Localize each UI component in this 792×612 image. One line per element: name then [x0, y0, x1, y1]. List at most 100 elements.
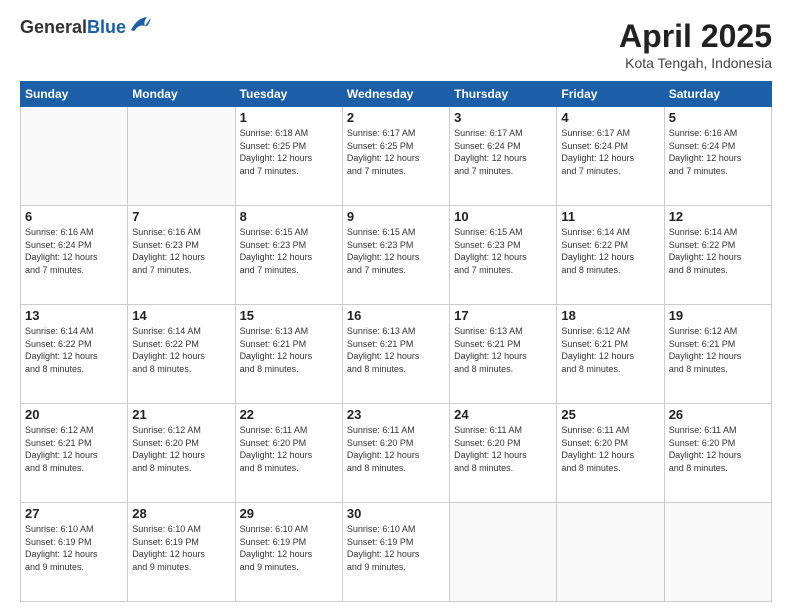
day-info: Sunrise: 6:16 AM Sunset: 6:24 PM Dayligh…	[669, 127, 767, 177]
day-number: 26	[669, 407, 767, 422]
header: GeneralBlue April 2025 Kota Tengah, Indo…	[20, 18, 772, 71]
table-row: 5 Sunrise: 6:16 AM Sunset: 6:24 PM Daylig…	[664, 107, 771, 206]
col-friday: Friday	[557, 82, 664, 107]
day-number: 29	[240, 506, 338, 521]
day-number: 19	[669, 308, 767, 323]
table-row: 1 Sunrise: 6:18 AM Sunset: 6:25 PM Daylig…	[235, 107, 342, 206]
logo-text: GeneralBlue	[20, 18, 126, 36]
day-info: Sunrise: 6:15 AM Sunset: 6:23 PM Dayligh…	[454, 226, 552, 276]
table-row: 4Sunrise: 6:17 AM Sunset: 6:24 PM Daylig…	[557, 107, 664, 206]
calendar-week-row: 27 Sunrise: 6:10 AM Sunset: 6:19 PM Dayli…	[21, 503, 772, 602]
day-info: Sunrise: 6:15 AM Sunset: 6:23 PM Dayligh…	[240, 226, 338, 276]
day-number: 21	[132, 407, 230, 422]
page: GeneralBlue April 2025 Kota Tengah, Indo…	[0, 0, 792, 612]
table-row: 30 Sunrise: 6:10 AM Sunset: 6:19 PM Dayli…	[342, 503, 449, 602]
day-info: Sunrise: 6:15 AM Sunset: 6:23 PM Dayligh…	[347, 226, 445, 276]
day-info: Sunrise: 6:12 AM Sunset: 6:21 PM Dayligh…	[561, 325, 659, 375]
table-row: 24 Sunrise: 6:11 AM Sunset: 6:20 PM Dayli…	[450, 404, 557, 503]
table-row	[21, 107, 128, 206]
col-sunday: Sunday	[21, 82, 128, 107]
table-row: 18Sunrise: 6:12 AM Sunset: 6:21 PM Dayli…	[557, 305, 664, 404]
day-info: Sunrise: 6:10 AM Sunset: 6:19 PM Dayligh…	[347, 523, 445, 573]
day-number: 15	[240, 308, 338, 323]
table-row: 26 Sunrise: 6:11 AM Sunset: 6:20 PM Dayli…	[664, 404, 771, 503]
day-number: 8	[240, 209, 338, 224]
day-info: Sunrise: 6:10 AM Sunset: 6:19 PM Dayligh…	[240, 523, 338, 573]
day-number: 2	[347, 110, 445, 125]
table-row	[664, 503, 771, 602]
col-tuesday: Tuesday	[235, 82, 342, 107]
day-info: Sunrise: 6:17 AM Sunset: 6:24 PM Dayligh…	[454, 127, 552, 177]
day-info: Sunrise: 6:14 AM Sunset: 6:22 PM Dayligh…	[669, 226, 767, 276]
day-info: Sunrise: 6:14 AM Sunset: 6:22 PM Dayligh…	[561, 226, 659, 276]
table-row: 19 Sunrise: 6:12 AM Sunset: 6:21 PM Dayli…	[664, 305, 771, 404]
day-number: 13	[25, 308, 123, 323]
table-row: 15 Sunrise: 6:13 AM Sunset: 6:21 PM Dayli…	[235, 305, 342, 404]
day-info: Sunrise: 6:11 AM Sunset: 6:20 PM Dayligh…	[240, 424, 338, 474]
month-title: April 2025	[619, 18, 772, 55]
day-number: 25	[561, 407, 659, 422]
logo-blue: Blue	[87, 17, 126, 37]
table-row: 27 Sunrise: 6:10 AM Sunset: 6:19 PM Dayli…	[21, 503, 128, 602]
day-info: Sunrise: 6:18 AM Sunset: 6:25 PM Dayligh…	[240, 127, 338, 177]
day-number: 10	[454, 209, 552, 224]
day-info: Sunrise: 6:12 AM Sunset: 6:20 PM Dayligh…	[132, 424, 230, 474]
table-row	[128, 107, 235, 206]
day-number: 16	[347, 308, 445, 323]
table-row: 25 Sunrise: 6:11 AM Sunset: 6:20 PM Dayli…	[557, 404, 664, 503]
day-info: Sunrise: 6:10 AM Sunset: 6:19 PM Dayligh…	[25, 523, 123, 573]
table-row: 21 Sunrise: 6:12 AM Sunset: 6:20 PM Dayli…	[128, 404, 235, 503]
day-info: Sunrise: 6:17 AM Sunset: 6:25 PM Dayligh…	[347, 127, 445, 177]
day-info: Sunrise: 6:14 AM Sunset: 6:22 PM Dayligh…	[132, 325, 230, 375]
table-row: 2 Sunrise: 6:17 AM Sunset: 6:25 PM Daylig…	[342, 107, 449, 206]
day-info: Sunrise: 6:16 AM Sunset: 6:23 PM Dayligh…	[132, 226, 230, 276]
col-saturday: Saturday	[664, 82, 771, 107]
table-row: 8 Sunrise: 6:15 AM Sunset: 6:23 PM Daylig…	[235, 206, 342, 305]
day-number: 30	[347, 506, 445, 521]
table-row: 10 Sunrise: 6:15 AM Sunset: 6:23 PM Dayli…	[450, 206, 557, 305]
calendar-week-row: 20Sunrise: 6:12 AM Sunset: 6:21 PM Dayli…	[21, 404, 772, 503]
day-number: 28	[132, 506, 230, 521]
day-number: 17	[454, 308, 552, 323]
calendar-header-row: Sunday Monday Tuesday Wednesday Thursday…	[21, 82, 772, 107]
logo: GeneralBlue	[20, 18, 151, 36]
day-number: 22	[240, 407, 338, 422]
calendar-table: Sunday Monday Tuesday Wednesday Thursday…	[20, 81, 772, 602]
table-row: 17Sunrise: 6:13 AM Sunset: 6:21 PM Dayli…	[450, 305, 557, 404]
logo-bird-icon	[129, 16, 151, 34]
calendar-week-row: 1 Sunrise: 6:18 AM Sunset: 6:25 PM Daylig…	[21, 107, 772, 206]
table-row: 11Sunrise: 6:14 AM Sunset: 6:22 PM Dayli…	[557, 206, 664, 305]
table-row: 9Sunrise: 6:15 AM Sunset: 6:23 PM Daylig…	[342, 206, 449, 305]
day-info: Sunrise: 6:17 AM Sunset: 6:24 PM Dayligh…	[561, 127, 659, 177]
day-info: Sunrise: 6:11 AM Sunset: 6:20 PM Dayligh…	[454, 424, 552, 474]
table-row: 6Sunrise: 6:16 AM Sunset: 6:24 PM Daylig…	[21, 206, 128, 305]
table-row: 20Sunrise: 6:12 AM Sunset: 6:21 PM Dayli…	[21, 404, 128, 503]
logo-container: GeneralBlue	[20, 18, 151, 36]
table-row: 28Sunrise: 6:10 AM Sunset: 6:19 PM Dayli…	[128, 503, 235, 602]
calendar-week-row: 6Sunrise: 6:16 AM Sunset: 6:24 PM Daylig…	[21, 206, 772, 305]
day-info: Sunrise: 6:13 AM Sunset: 6:21 PM Dayligh…	[347, 325, 445, 375]
title-block: April 2025 Kota Tengah, Indonesia	[619, 18, 772, 71]
day-info: Sunrise: 6:14 AM Sunset: 6:22 PM Dayligh…	[25, 325, 123, 375]
table-row: 7 Sunrise: 6:16 AM Sunset: 6:23 PM Daylig…	[128, 206, 235, 305]
day-number: 5	[669, 110, 767, 125]
day-info: Sunrise: 6:11 AM Sunset: 6:20 PM Dayligh…	[669, 424, 767, 474]
day-info: Sunrise: 6:13 AM Sunset: 6:21 PM Dayligh…	[240, 325, 338, 375]
table-row: 23Sunrise: 6:11 AM Sunset: 6:20 PM Dayli…	[342, 404, 449, 503]
table-row: 12Sunrise: 6:14 AM Sunset: 6:22 PM Dayli…	[664, 206, 771, 305]
table-row: 22 Sunrise: 6:11 AM Sunset: 6:20 PM Dayli…	[235, 404, 342, 503]
table-row: 13 Sunrise: 6:14 AM Sunset: 6:22 PM Dayli…	[21, 305, 128, 404]
table-row	[557, 503, 664, 602]
day-number: 24	[454, 407, 552, 422]
day-number: 27	[25, 506, 123, 521]
day-number: 23	[347, 407, 445, 422]
day-number: 14	[132, 308, 230, 323]
table-row: 3Sunrise: 6:17 AM Sunset: 6:24 PM Daylig…	[450, 107, 557, 206]
day-info: Sunrise: 6:12 AM Sunset: 6:21 PM Dayligh…	[669, 325, 767, 375]
day-number: 20	[25, 407, 123, 422]
day-info: Sunrise: 6:11 AM Sunset: 6:20 PM Dayligh…	[561, 424, 659, 474]
table-row: 16 Sunrise: 6:13 AM Sunset: 6:21 PM Dayli…	[342, 305, 449, 404]
day-number: 7	[132, 209, 230, 224]
table-row: 29 Sunrise: 6:10 AM Sunset: 6:19 PM Dayli…	[235, 503, 342, 602]
day-number: 1	[240, 110, 338, 125]
